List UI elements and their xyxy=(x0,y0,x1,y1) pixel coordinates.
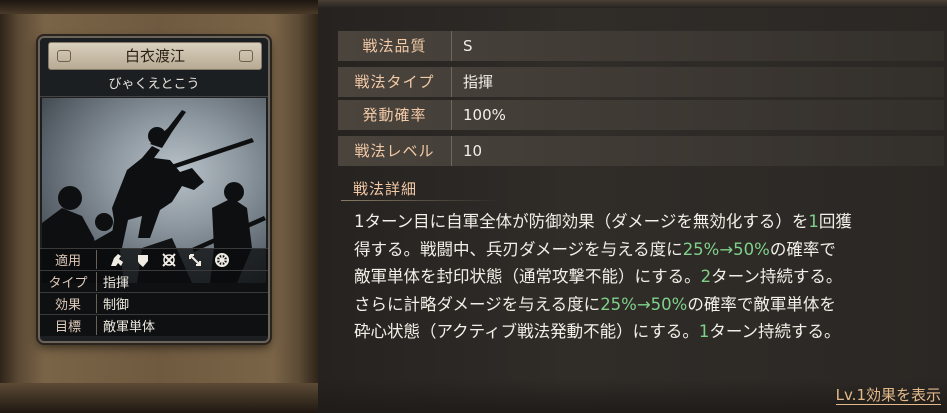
tactic-reading: びゃくえとこう xyxy=(40,74,268,97)
panel-top-border xyxy=(318,0,947,8)
stat-row-target: 目標 敵軍単体 xyxy=(40,314,268,336)
stat-key: 適用 xyxy=(40,250,97,269)
detail-line: 砕心状態（アクティブ戦法発動不能）にする。1ターン持続する。 xyxy=(354,318,944,346)
stat-key: タイプ xyxy=(40,272,97,291)
tactic-name-banner: 白衣渡江 xyxy=(48,42,262,70)
highlight-value: 1 xyxy=(808,212,819,231)
detail-heading: 戦法詳細 xyxy=(340,180,502,201)
attr-key: 発動確率 xyxy=(338,100,452,130)
wheel-icon xyxy=(214,252,229,267)
shield-icon xyxy=(138,254,149,267)
stat-row-applicable: 適用 xyxy=(40,248,268,270)
stat-value: 指揮 xyxy=(103,276,130,291)
detail-text-segment: ターン持続する。 xyxy=(709,322,841,341)
attr-row-quality: 戦法品質 S xyxy=(338,31,944,61)
attr-row-trigger-rate: 発動確率 100% xyxy=(338,100,944,130)
detail-text-segment: 得する。戦闘中、兵刃ダメージを与える度に xyxy=(354,239,683,259)
detail-text-segment: 砕心状態（アクティブ戦法発動不能）にする。 xyxy=(354,322,699,341)
detail-line: 得する。戦闘中、兵刃ダメージを与える度に25%→50%の確率で xyxy=(354,236,944,264)
highlight-value: 1 xyxy=(698,322,710,341)
applicable-icons xyxy=(97,252,230,268)
tactic-card: 白衣渡江 びゃくえとこう 適用 タイプ 指揮 効果 制御 目標 敵軍単体 xyxy=(38,36,270,343)
attr-key: 戦法品質 xyxy=(338,31,452,61)
detail-description: 1ターン目に自軍全体が防御効果（ダメージを無効化する）を1回獲 得する。戦闘中、兵… xyxy=(354,208,944,346)
highlight-value: 2 xyxy=(700,267,712,286)
detail-text-segment: ターン持続する。 xyxy=(711,267,843,286)
attr-key: 戦法タイプ xyxy=(338,67,452,97)
banner-ornament-icon xyxy=(57,50,71,62)
show-lv1-effect-link[interactable]: Lv.1効果を表示 xyxy=(835,386,941,405)
banner-ornament-icon xyxy=(239,50,253,62)
attr-row-type: 戦法タイプ 指揮 xyxy=(338,67,944,97)
bow-icon xyxy=(189,253,202,266)
stat-row-effect: 効果 制御 xyxy=(40,292,268,314)
detail-line: 1ターン目に自軍全体が防御効果（ダメージを無効化する）を1回獲 xyxy=(354,208,944,236)
attr-value: S xyxy=(463,37,473,55)
detail-line: さらに計略ダメージを与える度に25%→50%の確率で敵軍単体を xyxy=(354,291,944,319)
tactic-info-panel: 戦法品質 S 戦法タイプ 指揮 発動確率 100% 戦法レベル 10 戦法詳細 … xyxy=(318,0,947,413)
detail-text-segment: の確率で xyxy=(769,239,836,259)
detail-text-segment: 1ターン目に自軍全体が防御効果（ダメージを無効化する）を xyxy=(354,212,809,231)
stat-value: 敵軍単体 xyxy=(103,320,156,335)
detail-text-segment: さらに計略ダメージを与える度に xyxy=(354,294,601,314)
detail-line: 敵軍単体を封印状態（通常攻撃不能）にする。2ターン持続する。 xyxy=(354,263,944,291)
stat-key: 目標 xyxy=(40,316,97,335)
stat-value: 制御 xyxy=(103,298,130,313)
attr-row-level: 戦法レベル 10 xyxy=(338,136,944,166)
highlight-value: 25%→50% xyxy=(682,239,770,259)
tactic-stats: 適用 タイプ 指揮 効果 制御 目標 敵軍単体 xyxy=(40,248,268,336)
detail-text-segment: 敵軍単体を封印状態（通常攻撃不能）にする。 xyxy=(354,267,701,286)
attr-value: 10 xyxy=(463,142,483,160)
attr-value: 指揮 xyxy=(463,73,494,91)
crossed-weapons-icon xyxy=(162,252,176,267)
stat-key: 効果 xyxy=(40,294,97,313)
attr-value: 100% xyxy=(463,106,506,124)
highlight-value: 25%→50% xyxy=(600,294,688,314)
detail-text-segment: 回獲 xyxy=(818,212,852,231)
attr-key: 戦法レベル xyxy=(338,136,452,166)
cavalry-icon xyxy=(111,253,123,266)
stat-row-type: タイプ 指揮 xyxy=(40,270,268,292)
detail-text-segment: の確率で敵軍単体を xyxy=(687,294,836,314)
tactic-name: 白衣渡江 xyxy=(124,47,185,65)
